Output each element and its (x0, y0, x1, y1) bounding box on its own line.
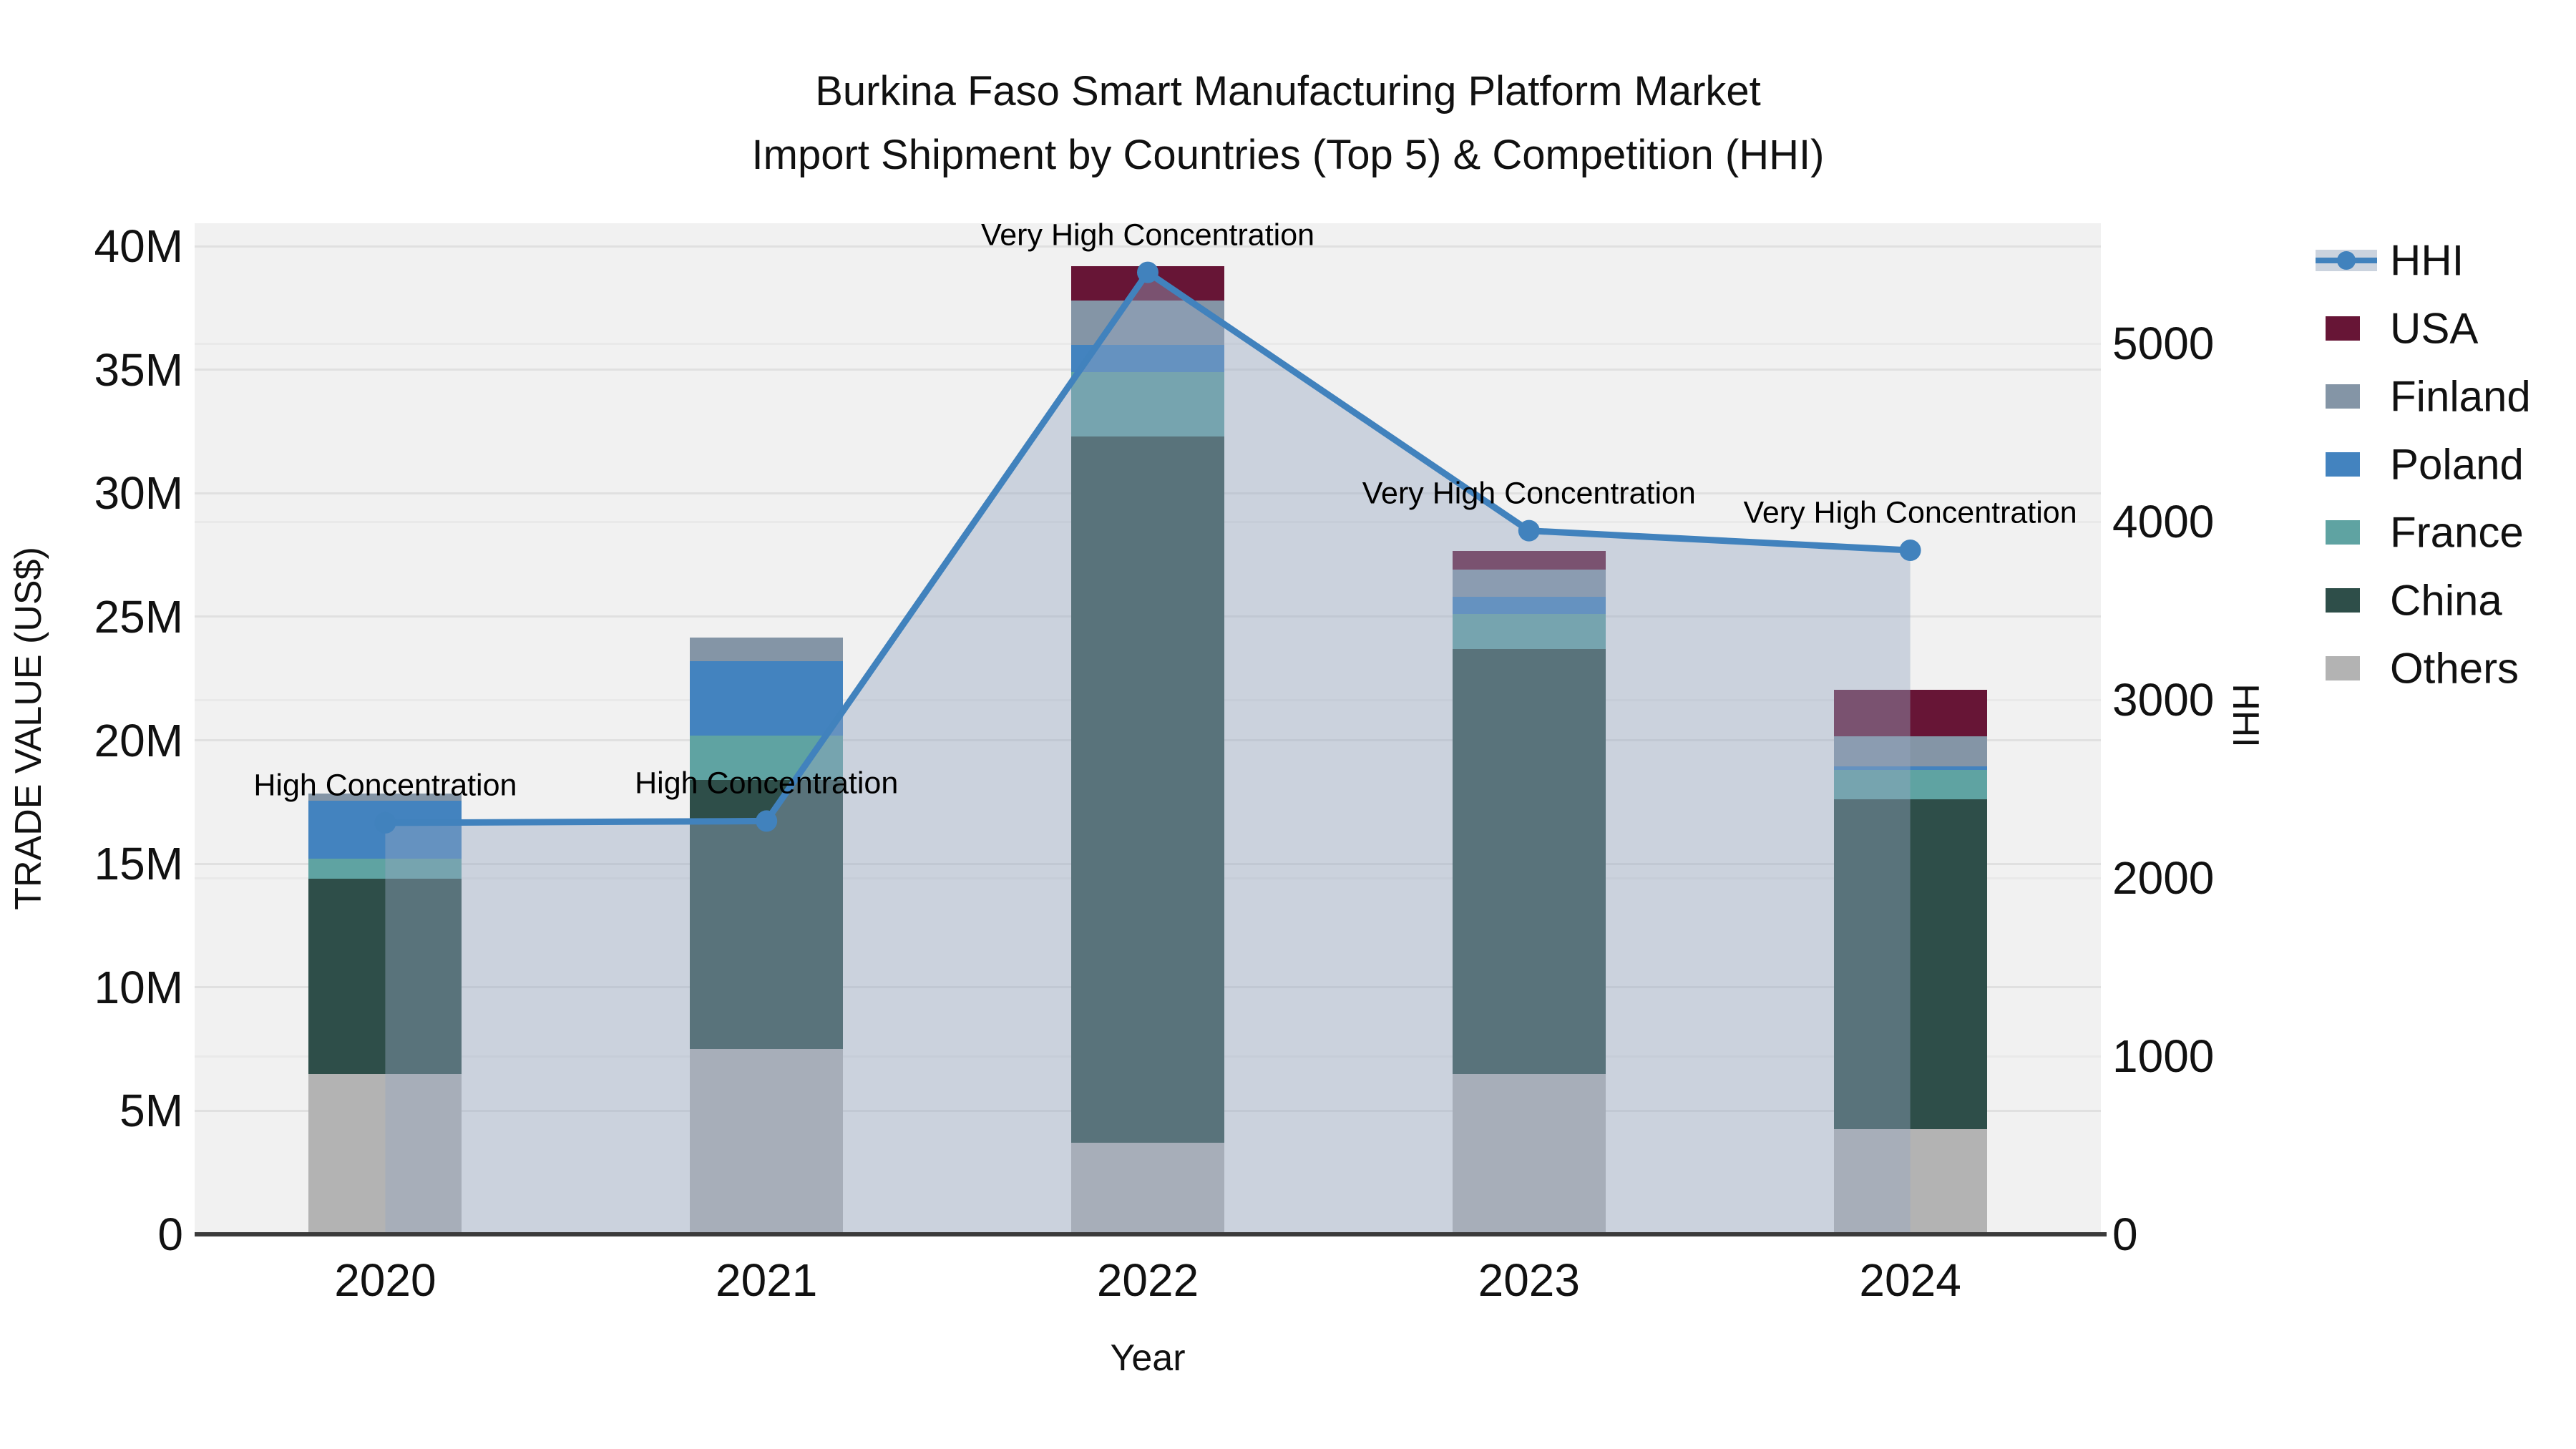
x-tick-label-2020: 2020 (334, 1254, 436, 1306)
y-left-tick-label: 35M (94, 343, 184, 396)
bar-segment-france-2023 (1452, 614, 1606, 649)
y-axis-title-left: TRADE VALUE (US$) (8, 547, 49, 910)
annotation-2023: Very High Concentration (1362, 476, 1696, 511)
bar-segment-poland-2023 (1452, 597, 1606, 615)
annotation-2022: Very High Concentration (980, 218, 1315, 253)
legend-label-hhi: HHI (2390, 236, 2464, 285)
legend-swatch-finland (2326, 384, 2360, 409)
legend-label-china: China (2390, 576, 2502, 625)
bar-segment-finland-2024 (1833, 736, 1987, 766)
bar-segment-poland-2020 (308, 801, 462, 859)
x-tick-label-2022: 2022 (1096, 1254, 1199, 1306)
legend-label-finland: Finland (2390, 372, 2531, 421)
legend-swatch-poland (2326, 452, 2360, 477)
annotation-2021: High Concentration (635, 766, 899, 801)
x-tick-label-2021: 2021 (716, 1254, 818, 1306)
figure: Burkina Faso Smart Manufacturing Platfor… (0, 0, 2576, 1449)
x-tick-label-2024: 2024 (1859, 1254, 1961, 1306)
legend-swatch-usa (2326, 316, 2360, 341)
y-left-tick-label: 5M (119, 1085, 183, 1137)
bar-segment-china-2020 (308, 878, 462, 1074)
bar-segment-others-2023 (1452, 1073, 1606, 1234)
bar-segment-china-2022 (1071, 436, 1224, 1143)
bar-segment-usa-2023 (1452, 551, 1606, 570)
y-left-tick-label: 0 (157, 1209, 183, 1260)
legend-label-others: Others (2390, 644, 2519, 693)
bar-segment-others-2020 (308, 1073, 462, 1234)
bar-segment-others-2022 (1071, 1143, 1224, 1234)
y-right-tick-label: 0 (2112, 1209, 2138, 1260)
legend-label-usa: USA (2390, 304, 2479, 353)
bar-segment-usa-2022 (1071, 265, 1224, 301)
bar-segment-poland-2022 (1071, 345, 1224, 373)
bar-segment-usa-2024 (1833, 689, 1987, 737)
annotation-2020: High Concentration (253, 768, 517, 803)
x-axis-title: Year (1110, 1337, 1186, 1379)
hhi-marker-legend-sample (2337, 251, 2356, 270)
chart-subtitle: Import Shipment by Countries (Top 5) & C… (751, 132, 1825, 178)
y-axis-title-right: HHI (2225, 683, 2266, 748)
y-left-tick-label: 40M (94, 220, 184, 272)
bar-segment-china-2021 (690, 779, 844, 1050)
y-right-tick-label: 1000 (2112, 1030, 2215, 1083)
y-left-tick-label: 10M (94, 961, 184, 1013)
y-right-tick-label: 2000 (2112, 852, 2215, 904)
legend-swatch-others (2326, 656, 2360, 680)
bar-segment-france-2024 (1833, 769, 1987, 800)
legend-swatch-china (2326, 588, 2360, 613)
y-left-tick-label: 30M (94, 467, 184, 519)
bar-segment-others-2024 (1833, 1129, 1987, 1234)
bar-segment-france-2020 (308, 859, 462, 879)
bar-segment-finland-2021 (690, 638, 844, 662)
bar-segment-france-2022 (1071, 372, 1224, 436)
bar-segment-poland-2024 (1833, 766, 1987, 770)
bar-segment-finland-2022 (1071, 300, 1224, 346)
annotation-2024: Very High Concentration (1743, 495, 2077, 530)
bar-segment-china-2023 (1452, 648, 1606, 1074)
x-axis-line (195, 1232, 2107, 1236)
x-tick-label-2023: 2023 (1478, 1254, 1580, 1306)
chart-title: Burkina Faso Smart Manufacturing Platfor… (815, 68, 1761, 114)
legend-label-poland: Poland (2390, 440, 2524, 489)
bar-segment-china-2024 (1833, 799, 1987, 1130)
bar-segment-finland-2023 (1452, 570, 1606, 597)
legend-label-france: France (2390, 508, 2524, 557)
legend-swatch-france (2326, 520, 2360, 545)
bar-segment-others-2021 (690, 1049, 844, 1234)
bar-segment-poland-2021 (690, 661, 844, 736)
